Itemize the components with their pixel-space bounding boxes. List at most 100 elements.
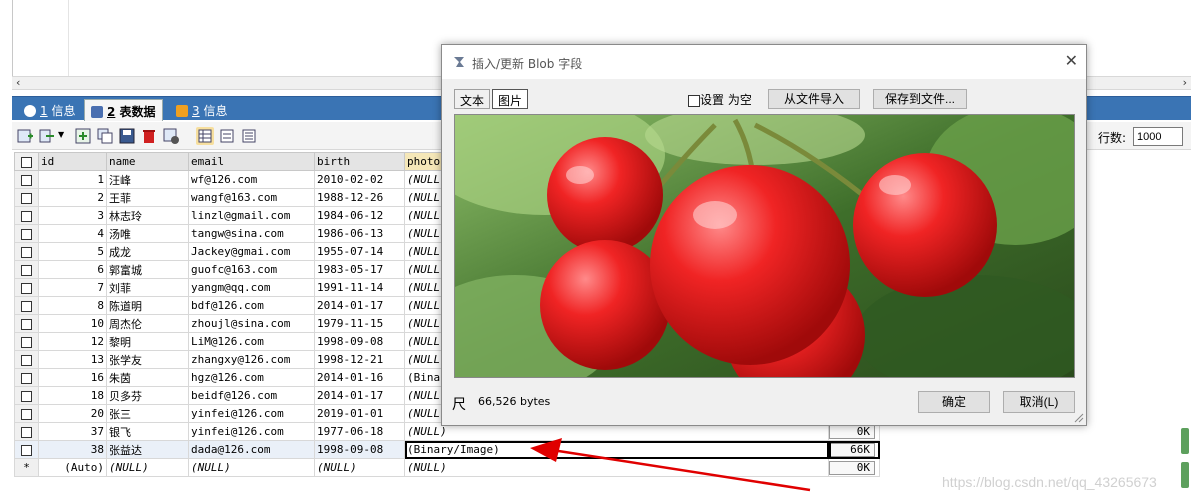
row-checkbox[interactable] — [14, 206, 39, 225]
row-checkbox[interactable] — [14, 278, 39, 297]
row-checkbox[interactable] — [14, 440, 39, 459]
row-checkbox[interactable] — [14, 404, 39, 423]
cell-email[interactable]: Jackey@gmai.com — [188, 242, 315, 261]
cell-name[interactable]: 贝多芬 — [106, 386, 189, 405]
cell-name[interactable]: 周杰伦 — [106, 314, 189, 333]
cell-email[interactable]: linzl@gmail.com — [188, 206, 315, 225]
cell-name[interactable]: 汪峰 — [106, 170, 189, 189]
chevron-down-icon[interactable]: ▼ — [58, 130, 64, 139]
cell-name[interactable]: 朱茵 — [106, 368, 189, 387]
import-from-file-button[interactable]: 从文件导入 — [768, 89, 860, 109]
cell-email[interactable]: wf@126.com — [188, 170, 315, 189]
cell-email[interactable]: (NULL) — [188, 458, 315, 477]
cell-photo[interactable]: (Binary/Image) — [404, 440, 829, 459]
table-row[interactable]: * (Auto) (NULL) (NULL) (NULL) (NULL) 0K — [14, 458, 880, 477]
column-header-email[interactable]: email — [188, 152, 315, 171]
save-icon[interactable] — [118, 127, 136, 145]
cell-id[interactable]: 18 — [38, 386, 107, 405]
tab-info-1[interactable]: 1 信息 — [18, 99, 81, 121]
cell-birth[interactable]: (NULL) — [314, 458, 405, 477]
tab-text[interactable]: 文本 — [454, 89, 491, 109]
cell-name[interactable]: 林志玲 — [106, 206, 189, 225]
cell-birth[interactable]: 1998-09-08 — [314, 440, 405, 459]
cell-birth[interactable]: 2014-01-16 — [314, 368, 405, 387]
cell-birth[interactable]: 1988-12-26 — [314, 188, 405, 207]
row-checkbox[interactable] — [14, 260, 39, 279]
cell-email[interactable]: tangw@sina.com — [188, 224, 315, 243]
cell-id[interactable]: 37 — [38, 422, 107, 441]
cell-id[interactable]: 10 — [38, 314, 107, 333]
grid-view-icon[interactable] — [196, 127, 214, 145]
table-row[interactable]: 38 张益达 dada@126.com 1998-09-08 (Binary/Image… — [14, 440, 880, 459]
cell-name[interactable]: 刘菲 — [106, 278, 189, 297]
cell-id[interactable]: 2 — [38, 188, 107, 207]
checkbox-box[interactable] — [688, 94, 700, 107]
row-checkbox[interactable] — [14, 188, 39, 207]
cell-email[interactable]: zhoujl@sina.com — [188, 314, 315, 333]
cell-id[interactable]: 3 — [38, 206, 107, 225]
scroll-thumb-2[interactable] — [1181, 462, 1189, 488]
row-checkbox[interactable] — [14, 170, 39, 189]
rows-input[interactable] — [1133, 127, 1183, 146]
cell-name[interactable]: 陈道明 — [106, 296, 189, 315]
cell-name[interactable]: 黎明 — [106, 332, 189, 351]
cell-name[interactable]: 张学友 — [106, 350, 189, 369]
ok-button[interactable]: 确定 — [918, 391, 990, 413]
cell-birth[interactable]: 1977-06-18 — [314, 422, 405, 441]
cell-blob-size[interactable]: 66K — [828, 440, 880, 459]
cell-id[interactable]: 8 — [38, 296, 107, 315]
scroll-left-icon[interactable]: ‹ — [16, 76, 20, 89]
form-view-icon[interactable] — [218, 127, 236, 145]
cell-id[interactable]: 5 — [38, 242, 107, 261]
cell-email[interactable]: beidf@126.com — [188, 386, 315, 405]
cancel-button[interactable]: 取消(L) — [1003, 391, 1075, 413]
resize-grip-icon[interactable] — [1074, 413, 1084, 423]
cell-id[interactable]: 6 — [38, 260, 107, 279]
cell-id[interactable]: 4 — [38, 224, 107, 243]
tab-image[interactable]: 图片 — [492, 89, 529, 109]
cell-email[interactable]: dada@126.com — [188, 440, 315, 459]
scroll-thumb[interactable] — [1181, 428, 1189, 454]
row-checkbox[interactable] — [14, 422, 39, 441]
tab-info-3[interactable]: 3 信息 — [170, 99, 233, 121]
refresh-cancel-icon[interactable] — [162, 127, 180, 145]
cell-email[interactable]: wangf@163.com — [188, 188, 315, 207]
set-null-checkbox[interactable]: 设置 为空 — [688, 91, 752, 108]
cell-photo[interactable]: (NULL) — [404, 458, 829, 477]
select-all-checkbox[interactable] — [14, 152, 39, 171]
cell-name[interactable]: 银飞 — [106, 422, 189, 441]
cell-email[interactable]: yangm@qq.com — [188, 278, 315, 297]
column-header-birth[interactable]: birth — [314, 152, 405, 171]
tab-table-data[interactable]: 2 表数据 — [84, 99, 163, 121]
cell-birth[interactable]: 1979-11-15 — [314, 314, 405, 333]
close-icon[interactable]: ✕ — [1065, 51, 1078, 70]
cell-birth[interactable]: 1986-06-13 — [314, 224, 405, 243]
row-checkbox[interactable] — [14, 368, 39, 387]
cell-email[interactable]: yinfei@126.com — [188, 422, 315, 441]
scroll-right-icon[interactable]: › — [1183, 76, 1187, 89]
row-checkbox[interactable]: * — [14, 458, 39, 477]
cell-email[interactable]: guofc@163.com — [188, 260, 315, 279]
row-checkbox[interactable] — [14, 350, 39, 369]
cell-name[interactable]: 张三 — [106, 404, 189, 423]
cell-id[interactable]: 1 — [38, 170, 107, 189]
column-header-id[interactable]: id — [38, 152, 107, 171]
cell-email[interactable]: LiM@126.com — [188, 332, 315, 351]
cell-birth[interactable]: 1983-05-17 — [314, 260, 405, 279]
vertical-scrollbar[interactable] — [1181, 428, 1189, 488]
cell-id[interactable]: 38 — [38, 440, 107, 459]
row-checkbox[interactable] — [14, 242, 39, 261]
cell-id[interactable]: 20 — [38, 404, 107, 423]
cell-email[interactable]: bdf@126.com — [188, 296, 315, 315]
cell-name[interactable]: 王菲 — [106, 188, 189, 207]
row-checkbox[interactable] — [14, 296, 39, 315]
duplicate-icon[interactable] — [96, 127, 114, 145]
cell-name[interactable]: 郭富城 — [106, 260, 189, 279]
cell-birth[interactable]: 1998-12-21 — [314, 350, 405, 369]
column-header-name[interactable]: name — [106, 152, 189, 171]
resize-icon[interactable]: 尺 — [452, 394, 466, 414]
cell-birth[interactable]: 1991-11-14 — [314, 278, 405, 297]
row-checkbox[interactable] — [14, 314, 39, 333]
cell-name[interactable]: (NULL) — [106, 458, 189, 477]
row-checkbox[interactable] — [14, 224, 39, 243]
